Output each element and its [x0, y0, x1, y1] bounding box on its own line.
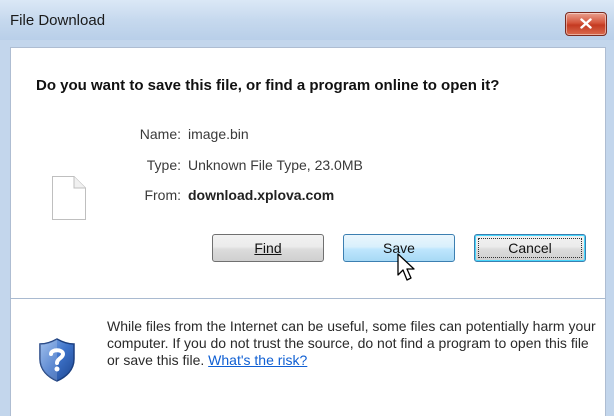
find-button[interactable]: Find: [212, 234, 324, 262]
whats-the-risk-link[interactable]: What's the risk?: [208, 352, 307, 368]
from-label: From:: [144, 187, 181, 203]
close-button[interactable]: [565, 12, 607, 36]
shield-question-icon: [39, 338, 75, 382]
name-value: image.bin: [188, 126, 249, 142]
find-button-label: Find: [254, 240, 282, 256]
warning-message: While files from the Internet can be use…: [107, 318, 597, 369]
type-label: Type:: [146, 157, 181, 173]
dialog-question: Do you want to save this file, or find a…: [36, 77, 500, 94]
type-value: Unknown File Type, 23.0MB: [188, 157, 363, 173]
from-value: download.xplova.com: [188, 187, 335, 203]
window-title: File Download: [10, 12, 106, 29]
close-icon: [580, 18, 592, 29]
focus-rectangle: [478, 238, 582, 258]
mouse-cursor-icon: [397, 253, 415, 281]
cancel-button[interactable]: Cancel: [474, 234, 586, 262]
warning-panel: While files from the Internet can be use…: [10, 299, 606, 416]
warning-text: While files from the Internet can be use…: [107, 318, 596, 368]
title-bar[interactable]: File Download: [0, 0, 614, 40]
name-label: Name:: [139, 126, 181, 142]
file-download-dialog: File Download Do you want to save this f…: [0, 0, 614, 416]
